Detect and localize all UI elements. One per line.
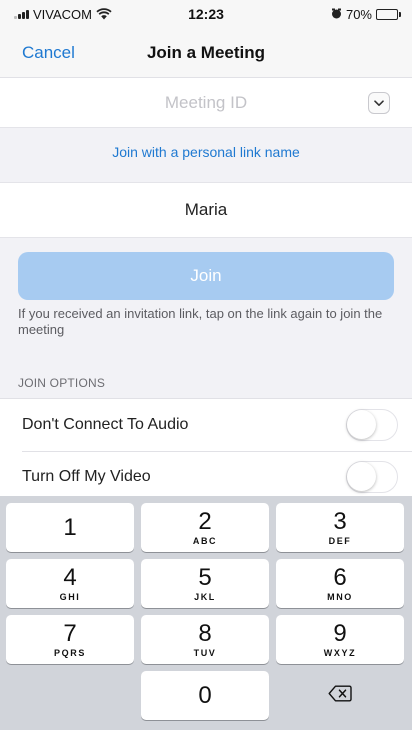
battery-percent: 70%: [345, 6, 372, 22]
personal-link-row: Join with a personal link name: [0, 128, 412, 176]
turn-off-video-toggle[interactable]: [346, 461, 398, 493]
meeting-id-row: [0, 78, 412, 128]
key-letters: DEF: [328, 535, 352, 546]
option-label: Don't Connect To Audio: [22, 416, 189, 433]
key-digit: 0: [198, 681, 212, 709]
option-dont-connect-audio: Don't Connect To Audio: [0, 399, 412, 451]
key-2[interactable]: 2 ABC: [141, 503, 269, 552]
toggle-knob: [347, 462, 376, 491]
key-letters: TUV: [193, 647, 217, 658]
name-row: [0, 182, 412, 238]
key-7[interactable]: 7 PQRS: [6, 615, 134, 664]
join-button[interactable]: Join: [18, 252, 394, 300]
display-name-input[interactable]: [56, 200, 356, 220]
key-digit: 3: [333, 507, 347, 535]
meeting-id-input[interactable]: [106, 92, 306, 113]
status-left: VIVACOM: [14, 7, 144, 22]
key-4[interactable]: 4 GHI: [6, 559, 134, 608]
key-1[interactable]: 1: [6, 503, 134, 552]
join-with-personal-link-button[interactable]: Join with a personal link name: [112, 144, 300, 160]
key-letters: MNO: [327, 591, 353, 602]
key-digit: 4: [63, 563, 77, 591]
key-digit: 5: [198, 563, 212, 591]
keypad-blank: [6, 671, 134, 720]
join-options-list: Don't Connect To Audio Turn Off My Video: [0, 398, 412, 503]
key-0[interactable]: 0: [141, 671, 269, 720]
key-3[interactable]: 3 DEF: [276, 503, 404, 552]
status-bar: VIVACOM 12:23 70%: [0, 0, 412, 28]
numeric-keypad: 1 2 ABC 3 DEF 4 GHI 5 JKL 6 MNO 7 PQRS 8 TUV 9W…: [0, 496, 412, 730]
join-options-header: JOIN OPTIONS: [18, 376, 106, 390]
key-letters: WXYZ: [323, 647, 357, 658]
key-9[interactable]: 9 WXYZ: [276, 615, 404, 664]
wifi-icon: [96, 8, 112, 20]
key-6[interactable]: 6 MNO: [276, 559, 404, 608]
key-digit: 2: [198, 507, 212, 535]
key-letters: ABC: [192, 535, 218, 546]
key-5[interactable]: 5 JKL: [141, 559, 269, 608]
toggle-knob: [347, 410, 376, 439]
key-digit: 1: [63, 513, 77, 541]
option-label: Turn Off My Video: [22, 468, 151, 485]
chevron-down-icon: [374, 94, 384, 112]
key-digit: 9: [333, 619, 347, 647]
status-time: 12:23: [188, 6, 224, 22]
key-letters: JKL: [194, 591, 216, 602]
key-8[interactable]: 8 TUV: [141, 615, 269, 664]
key-letters: GHI: [59, 591, 81, 602]
alarm-icon: [331, 7, 342, 22]
key-digit: 8: [198, 619, 212, 647]
meeting-history-dropdown-button[interactable]: [368, 92, 390, 114]
nav-bar: Cancel Join a Meeting: [0, 28, 412, 78]
key-digit: 6: [333, 563, 347, 591]
key-digit: 7: [63, 619, 77, 647]
dont-connect-audio-toggle[interactable]: [346, 409, 398, 441]
invitation-info-text: If you received an invitation link, tap …: [18, 306, 383, 337]
signal-strength-icon: [14, 9, 29, 19]
status-right: 70%: [268, 6, 401, 22]
key-letters: PQRS: [54, 647, 86, 658]
delete-key[interactable]: [276, 671, 404, 720]
carrier-name: VIVACOM: [33, 6, 92, 22]
backspace-icon: [328, 685, 352, 707]
cancel-button[interactable]: Cancel: [22, 43, 75, 63]
battery-icon: [376, 8, 401, 20]
